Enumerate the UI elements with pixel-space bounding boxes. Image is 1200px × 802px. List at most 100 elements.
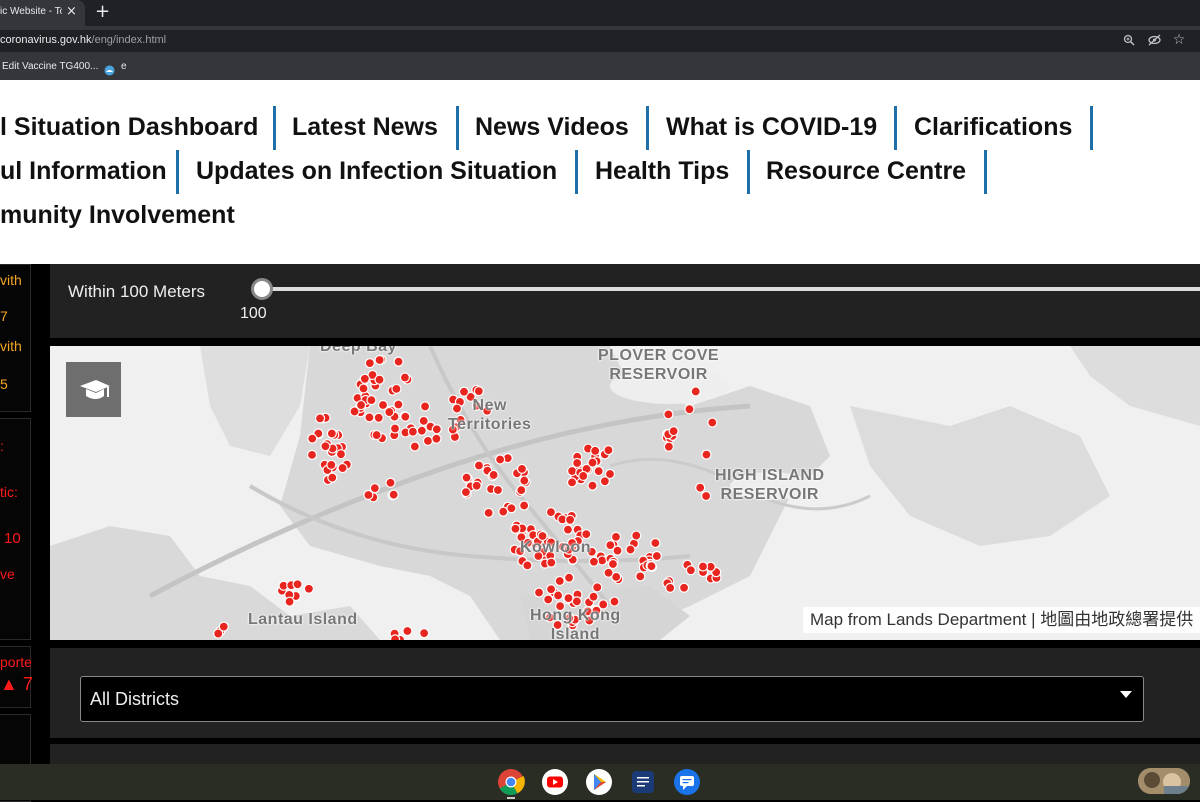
case-marker[interactable] — [562, 524, 574, 535]
case-marker[interactable] — [564, 514, 576, 525]
case-marker[interactable] — [701, 490, 712, 502]
case-marker[interactable] — [402, 625, 413, 637]
case-marker[interactable] — [651, 550, 662, 562]
case-marker[interactable] — [685, 565, 696, 576]
case-marker[interactable] — [314, 413, 326, 424]
case-marker[interactable] — [374, 374, 385, 385]
youtube-icon[interactable] — [541, 768, 569, 796]
case-marker[interactable] — [519, 475, 530, 486]
basemap-toggle-button[interactable] — [66, 362, 121, 417]
case-marker[interactable] — [384, 406, 395, 418]
case-marker[interactable] — [483, 507, 494, 518]
case-marker[interactable] — [390, 634, 401, 640]
case-marker[interactable] — [571, 596, 582, 607]
case-marker[interactable] — [306, 449, 318, 460]
case-marker[interactable] — [326, 459, 337, 470]
case-marker[interactable] — [599, 476, 610, 487]
bookmark-e[interactable]: e — [121, 61, 127, 72]
case-marker[interactable] — [385, 477, 396, 488]
case-marker[interactable] — [603, 445, 614, 456]
case-marker[interactable] — [566, 477, 578, 488]
case-marker[interactable] — [307, 433, 318, 444]
bookmark-vaccine[interactable]: Edit Vaccine TG400... — [2, 61, 98, 72]
case-marker[interactable] — [492, 484, 504, 496]
case-marker[interactable] — [587, 457, 598, 468]
case-marker[interactable] — [695, 482, 706, 493]
case-marker[interactable] — [364, 412, 375, 423]
case-marker[interactable] — [374, 354, 385, 366]
case-marker[interactable] — [407, 426, 418, 437]
nav-what-is-covid[interactable]: What is COVID-19 — [666, 112, 877, 142]
nav-latest-news[interactable]: Latest News — [292, 112, 438, 142]
case-marker[interactable] — [563, 572, 575, 583]
case-marker[interactable] — [419, 628, 430, 639]
case-marker[interactable] — [646, 561, 657, 572]
case-marker[interactable] — [431, 424, 442, 435]
case-marker[interactable] — [546, 557, 557, 568]
case-marker[interactable] — [303, 583, 314, 594]
case-marker[interactable] — [516, 463, 528, 474]
nav-clarifications[interactable]: Clarifications — [914, 112, 1072, 142]
case-marker[interactable] — [422, 435, 434, 446]
case-marker[interactable] — [697, 561, 709, 572]
case-marker[interactable] — [292, 579, 303, 590]
address-bar[interactable] — [0, 30, 1200, 52]
case-marker[interactable] — [663, 409, 674, 420]
case-marker[interactable] — [473, 386, 484, 397]
case-marker[interactable] — [471, 480, 482, 491]
case-marker[interactable] — [461, 472, 472, 483]
case-marker[interactable] — [625, 544, 636, 555]
case-marker[interactable] — [284, 596, 295, 607]
case-marker[interactable] — [359, 373, 370, 384]
case-marker[interactable] — [607, 558, 619, 570]
case-marker[interactable] — [320, 441, 331, 452]
district-select[interactable] — [80, 676, 1144, 722]
case-marker[interactable] — [572, 457, 583, 469]
case-marker[interactable] — [603, 567, 614, 578]
zoom-icon[interactable] — [1120, 31, 1138, 49]
case-marker[interactable] — [631, 530, 642, 541]
case-marker[interactable] — [409, 441, 420, 452]
case-marker[interactable] — [522, 560, 533, 571]
case-marker[interactable] — [473, 460, 485, 471]
case-marker[interactable] — [663, 441, 674, 452]
case-marker[interactable] — [635, 571, 646, 582]
case-marker[interactable] — [545, 507, 557, 518]
case-marker[interactable] — [690, 386, 701, 397]
case-marker[interactable] — [563, 593, 574, 604]
case-marker[interactable] — [567, 465, 578, 477]
case-marker[interactable] — [533, 587, 545, 598]
case-marker[interactable] — [371, 429, 382, 441]
case-marker[interactable] — [431, 433, 442, 444]
case-marker[interactable] — [391, 383, 402, 394]
news-icon[interactable] — [629, 768, 657, 796]
nav-situation-dashboard[interactable]: l Situation Dashboard — [0, 112, 258, 142]
bookmark-star-icon[interactable]: ☆ — [1170, 31, 1188, 49]
case-marker[interactable] — [668, 426, 679, 437]
case-marker[interactable] — [388, 489, 399, 500]
case-marker[interactable] — [355, 399, 367, 411]
case-marker[interactable] — [418, 415, 429, 426]
tracking-off-icon[interactable] — [1145, 31, 1163, 49]
nav-resource-centre[interactable]: Resource Centre — [766, 156, 966, 186]
case-marker[interactable] — [393, 399, 404, 410]
case-marker[interactable] — [707, 417, 718, 428]
case-marker[interactable] — [495, 454, 506, 465]
case-marker[interactable] — [393, 356, 404, 367]
tab-close-icon[interactable]: × — [66, 4, 77, 20]
case-map[interactable]: PLOVER COVE RESERVOIR New Territories HI… — [50, 346, 1200, 640]
case-marker[interactable] — [364, 358, 375, 369]
case-marker[interactable] — [587, 480, 598, 491]
case-marker[interactable] — [498, 506, 509, 517]
case-marker[interactable] — [399, 372, 411, 383]
case-marker[interactable] — [684, 404, 695, 415]
case-marker[interactable] — [366, 395, 377, 406]
case-marker[interactable] — [358, 383, 369, 394]
nav-news-videos[interactable]: News Videos — [475, 112, 629, 142]
chrome-icon[interactable] — [497, 768, 525, 796]
case-marker[interactable] — [458, 386, 470, 397]
case-marker[interactable] — [460, 487, 472, 498]
chevron-down-icon[interactable] — [1120, 691, 1132, 698]
nav-health-tips[interactable]: Health Tips — [595, 156, 729, 186]
case-marker[interactable] — [578, 470, 589, 482]
